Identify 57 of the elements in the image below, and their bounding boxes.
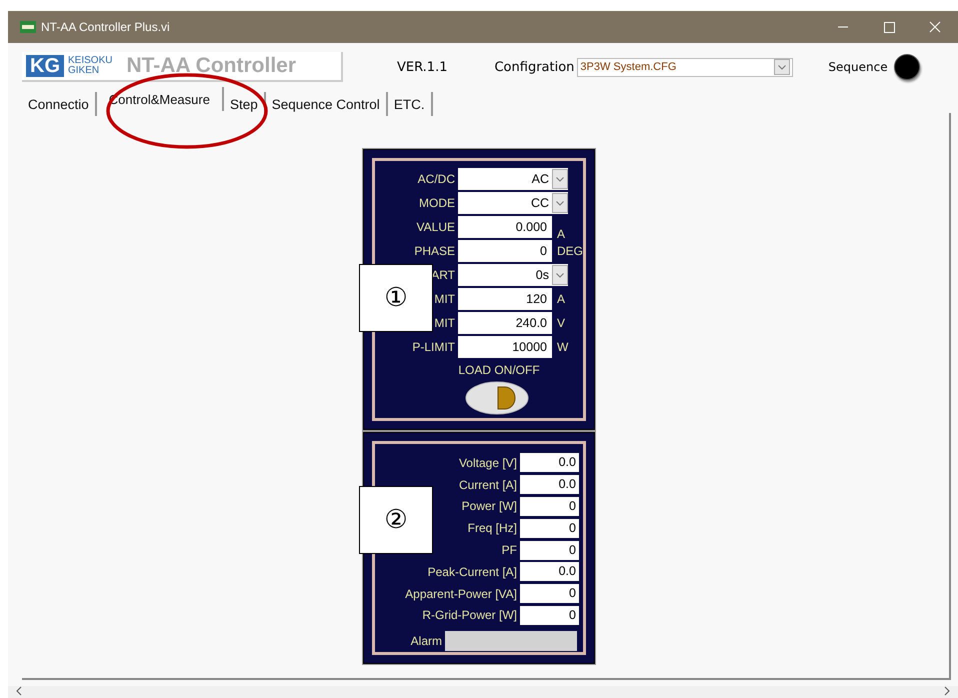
control-label: VALUE <box>416 220 455 234</box>
sequence-label: Sequence <box>828 60 888 74</box>
app-title: NT-AA Controller <box>126 54 296 78</box>
tab[interactable]: ETC. <box>388 92 433 116</box>
config-dropdown[interactable]: 3P3W System.CFG <box>577 58 794 76</box>
control-label: MIT <box>434 292 455 306</box>
control-label: P-LIMIT <box>412 340 455 354</box>
measure-label: Voltage [V] <box>458 456 518 470</box>
app-icon <box>20 21 36 33</box>
numeric-field[interactable]: 10000 <box>458 336 552 358</box>
measure-label: Freq [Hz] <box>468 521 518 536</box>
measure-label: Apparent-Power [VA] <box>405 586 518 601</box>
dropdown-field[interactable]: AC <box>458 168 568 190</box>
company-name: GIKEN <box>68 66 100 76</box>
numeric-field[interactable]: 240.0 <box>458 312 552 334</box>
measure-value: 0.0 <box>520 453 579 472</box>
measure-value: 0 <box>520 584 579 604</box>
window-title: NT-AA Controller Plus.vi <box>41 20 170 34</box>
tab[interactable]: Sequence Control <box>266 92 388 116</box>
callout-label: ① <box>359 264 433 332</box>
measure-label: Peak-Current [A] <box>428 564 518 579</box>
version-label: VER.1.1 <box>397 60 448 74</box>
dropdown-field[interactable]: 0s <box>458 264 568 286</box>
measure-value: 0 <box>520 518 579 538</box>
measure-label: PF <box>502 543 518 558</box>
tab[interactable]: Step <box>224 92 266 116</box>
measure-value: 0.0 <box>520 562 579 582</box>
measure-value: 0 <box>520 606 579 625</box>
unit-label: W <box>557 340 568 354</box>
control-label: AC/DC <box>418 172 455 186</box>
measure-value: 0 <box>520 496 579 516</box>
unit-label: V <box>557 316 566 330</box>
tab[interactable]: Connectio <box>22 92 97 116</box>
numeric-field[interactable]: 120 <box>458 288 552 310</box>
dropdown-field[interactable]: CC <box>458 192 568 214</box>
measure-label: R-Grid-Power [W] <box>422 608 518 622</box>
control-label: MIT <box>434 316 455 330</box>
numeric-field[interactable]: 0.000 <box>458 216 552 238</box>
load-label: LOAD ON/OFF <box>458 363 540 377</box>
scroll-right-icon[interactable] <box>942 686 952 696</box>
control-label: PHASE <box>414 244 455 258</box>
measure-label: Power [W] <box>462 499 518 514</box>
unit-label: DEG <box>557 244 584 258</box>
alarm-label: Alarm <box>410 634 443 648</box>
unit-label: A <box>557 292 566 306</box>
numeric-field[interactable]: 0 <box>458 240 552 262</box>
callout-label: ② <box>359 486 433 554</box>
measure-value: 0.0 <box>520 475 579 494</box>
control-label: MODE <box>419 196 455 210</box>
config-label: Configration <box>494 60 574 74</box>
measure-label: Current [A] <box>458 478 518 492</box>
load-toggle-button[interactable] <box>465 381 529 415</box>
measure-value: 0 <box>520 540 579 560</box>
unit-label: A <box>557 229 566 239</box>
company-name: KEISOKU <box>68 56 112 66</box>
logo-mark: KG <box>26 55 64 77</box>
scroll-left-icon[interactable] <box>14 686 24 696</box>
